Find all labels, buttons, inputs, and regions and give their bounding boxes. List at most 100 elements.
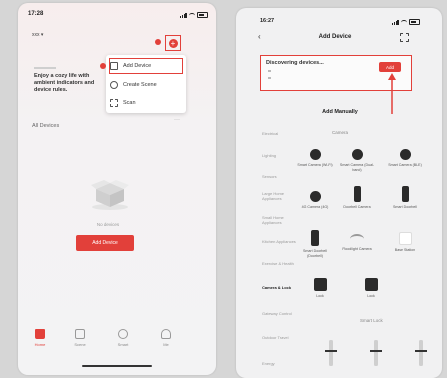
signal-icon <box>392 20 399 25</box>
more-icon[interactable]: ··· <box>174 117 180 123</box>
chevron-left-icon[interactable]: ‹ <box>258 32 261 41</box>
device-item[interactable]: Doorbell Camera <box>337 186 377 210</box>
device-placeholder-line <box>268 77 271 79</box>
status-icons <box>180 12 209 18</box>
device-item[interactable]: Lock <box>300 278 340 299</box>
category-sensors[interactable]: Sensors <box>262 174 302 179</box>
device-item[interactable]: Smart Camera (Wi-Fi) <box>295 149 335 168</box>
add-device-icon <box>110 62 118 70</box>
menu-item-create-scene[interactable]: Create Scene <box>110 78 182 92</box>
menu-item-label: Add Device <box>123 63 152 69</box>
category-electrical[interactable]: Electrical <box>262 131 302 136</box>
scene-icon <box>110 81 118 89</box>
device-label: Smart Camera (BLE) <box>388 163 422 167</box>
home-icon <box>35 329 45 339</box>
doorbell-icon <box>311 230 319 246</box>
tab-home[interactable]: Home <box>25 329 55 347</box>
menu-item-add-device[interactable]: Add Device <box>109 58 183 74</box>
status-icons <box>392 19 421 25</box>
device-label: 4G Camera (4G) <box>301 205 329 209</box>
dome-camera-icon <box>309 191 321 202</box>
device-item[interactable]: Smart Doorbell (Doorbell) <box>295 230 335 258</box>
device-label: Smart Camera (Dual-band) <box>339 163 375 172</box>
device-label: Doorbell Camera <box>343 205 371 209</box>
device-item[interactable]: Smart Camera (BLE) <box>385 149 425 168</box>
step-marker-2 <box>100 63 106 69</box>
banner-label-bar <box>34 67 56 69</box>
category-camera-lock[interactable]: Camera & Lock <box>262 285 302 290</box>
wifi-icon <box>401 20 408 25</box>
page-title: Add Device <box>318 34 352 40</box>
device-item[interactable]: Floodlight Camera <box>337 234 377 252</box>
menu-item-label: Create Scene <box>123 82 157 88</box>
device-item[interactable]: Base Station <box>385 232 425 253</box>
tab-me[interactable]: Me <box>151 329 181 347</box>
battery-icon <box>197 12 209 18</box>
discovered-add-button[interactable]: Add <box>379 62 401 72</box>
discovering-text: Discovering devices... <box>266 60 324 66</box>
add-button[interactable]: + <box>165 35 181 51</box>
base-station-icon <box>398 232 412 245</box>
device-label: Floodlight Camera <box>342 247 372 251</box>
lock-icon <box>313 278 327 291</box>
category-outdoor[interactable]: Outdoor Travel <box>262 335 302 340</box>
smart-lock-icon[interactable] <box>324 338 338 368</box>
plus-icon: + <box>168 38 178 48</box>
home-selector[interactable]: xxx ▾ <box>32 32 43 38</box>
dome-camera-icon <box>309 149 321 160</box>
category-energy[interactable]: Energy <box>262 361 302 366</box>
right-phone-screen: 16:27 ‹ Add Device Discovering devices..… <box>236 8 442 378</box>
tab-label: Scene <box>74 342 86 347</box>
device-label: Smart Camera (Wi-Fi) <box>297 163 333 167</box>
device-item[interactable]: Smart Doorbell <box>385 186 425 210</box>
smart-lock-icon[interactable] <box>414 338 428 368</box>
device-label: Smart Doorbell (Doorbell) <box>303 249 327 258</box>
category-gateway[interactable]: Gateway Control <box>262 311 302 316</box>
doorbell-icon <box>353 186 361 202</box>
menu-item-label: Scan <box>123 100 136 106</box>
step-marker-1 <box>155 39 161 45</box>
device-label: Smart Doorbell <box>393 205 417 209</box>
person-icon <box>161 329 171 339</box>
menu-item-scan[interactable]: Scan <box>110 96 182 110</box>
annotation-arrow-icon <box>388 73 396 114</box>
banner-text: Enjoy a cozy life with ambient indicator… <box>34 73 95 93</box>
device-label: Lock <box>316 294 324 298</box>
status-time: 16:27 <box>260 18 275 24</box>
battery-icon <box>409 19 421 25</box>
tab-label: Smart <box>117 342 129 347</box>
add-device-button[interactable]: Add Device <box>76 235 134 251</box>
signal-icon <box>180 13 187 18</box>
smart-lock-icon[interactable] <box>369 338 383 368</box>
left-phone-screen: 17:28 xxx ▾ + Enjoy a cozy life with amb… <box>18 3 216 375</box>
smart-icon <box>118 329 128 339</box>
dome-camera-icon <box>351 149 363 160</box>
add-menu: Add Device Create Scene Scan <box>106 55 186 113</box>
device-label: Lock <box>367 294 375 298</box>
scan-icon <box>110 99 118 107</box>
smart-lock-section-header: Smart Lock <box>360 318 383 323</box>
category-exercise-health[interactable]: Exercise & Health <box>262 261 302 266</box>
empty-box-icon <box>91 180 129 210</box>
add-manually-title: Add Manually <box>322 109 358 115</box>
camera-section-header: Camera <box>332 130 349 135</box>
device-item[interactable]: Smart Camera (Dual-band) <box>337 149 377 172</box>
scan-icon[interactable] <box>400 33 409 42</box>
doorbell-icon <box>401 186 409 202</box>
device-item[interactable]: 4G Camera (4G) <box>295 191 335 210</box>
dome-camera-icon <box>399 149 411 160</box>
home-indicator <box>82 365 152 367</box>
tab-label: Home <box>34 342 46 347</box>
device-placeholder-line <box>268 70 271 72</box>
tab-scene[interactable]: Scene <box>65 329 95 347</box>
tab-label: Me <box>163 342 169 347</box>
lock-icon <box>364 278 378 291</box>
scene-icon <box>75 329 85 339</box>
section-title: All Devices <box>32 123 60 129</box>
category-small-appliances[interactable]: Small Home Appliances <box>262 215 302 225</box>
device-label: Base Station <box>394 248 416 252</box>
tab-smart[interactable]: Smart <box>108 329 138 347</box>
device-item[interactable]: Lock <box>351 278 391 299</box>
status-time: 17:28 <box>28 11 44 17</box>
floodlight-icon <box>350 234 364 244</box>
